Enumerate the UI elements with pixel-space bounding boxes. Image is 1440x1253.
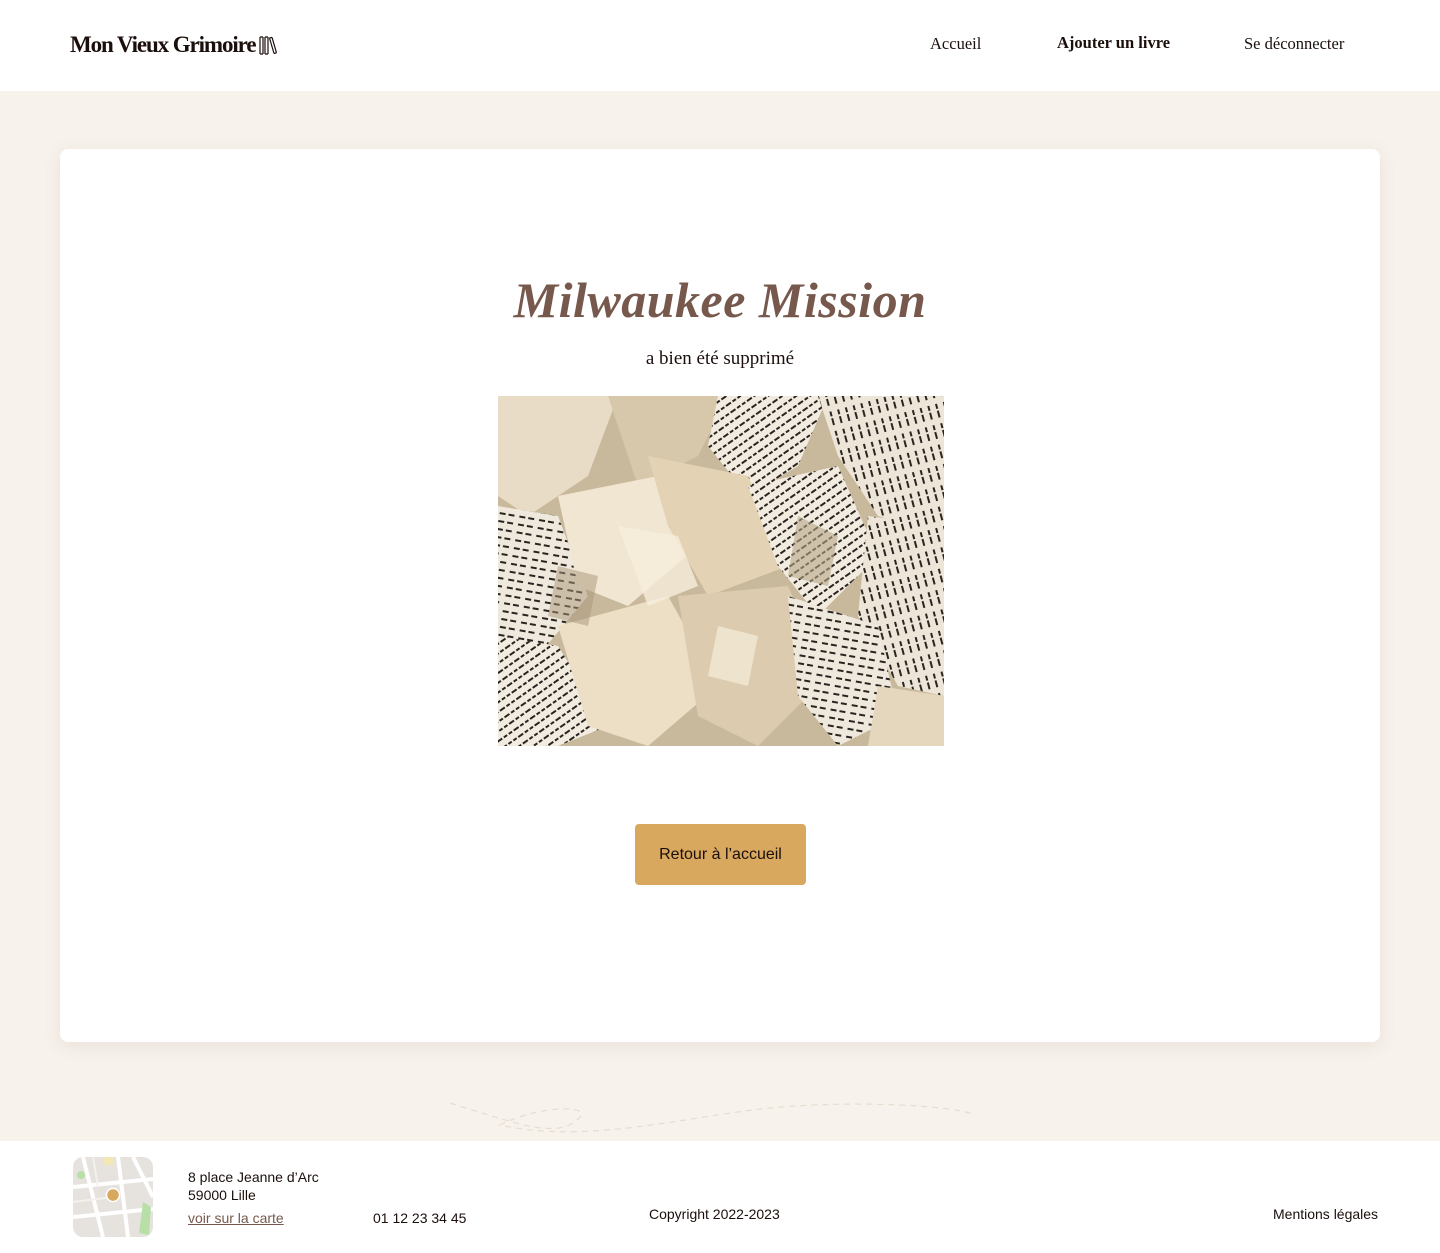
site-header: Mon Vieux Grimoire Accueil Ajouter un li… [0,0,1440,91]
map-thumbnail[interactable] [73,1157,153,1237]
address-line-2: 59000 Lille [188,1187,256,1203]
address-line-1: 8 place Jeanne d’Arc [188,1169,319,1185]
nav-add-book-link[interactable]: Ajouter un livre [1057,33,1170,53]
footer-phone: 01 12 23 34 45 [373,1210,467,1226]
legal-notice-link[interactable]: Mentions légales [1273,1206,1378,1222]
main-nav: Accueil Ajouter un livre Se déconnecter [0,33,1440,58]
crumpled-paper-image [498,396,944,746]
footer-copyright: Copyright 2022-2023 [649,1206,780,1222]
nav-home-link[interactable]: Accueil [930,34,981,54]
deletion-confirmation-card: Milwaukee Mission a bien été supprimé Re… [60,149,1380,1042]
site-footer: 8 place Jeanne d’Arc 59000 Lille voir su… [0,1141,1440,1253]
footer-address: 8 place Jeanne d’Arc 59000 Lille [188,1168,319,1204]
back-home-button[interactable]: Retour à l’accueil [635,824,806,885]
nav-logout-link[interactable]: Se déconnecter [1244,34,1344,54]
book-title: Milwaukee Mission [513,272,927,328]
view-map-link[interactable]: voir sur la carte [188,1210,284,1226]
decorative-swirl-icon [449,1102,971,1133]
deleted-message: a bien été supprimé [645,348,795,369]
